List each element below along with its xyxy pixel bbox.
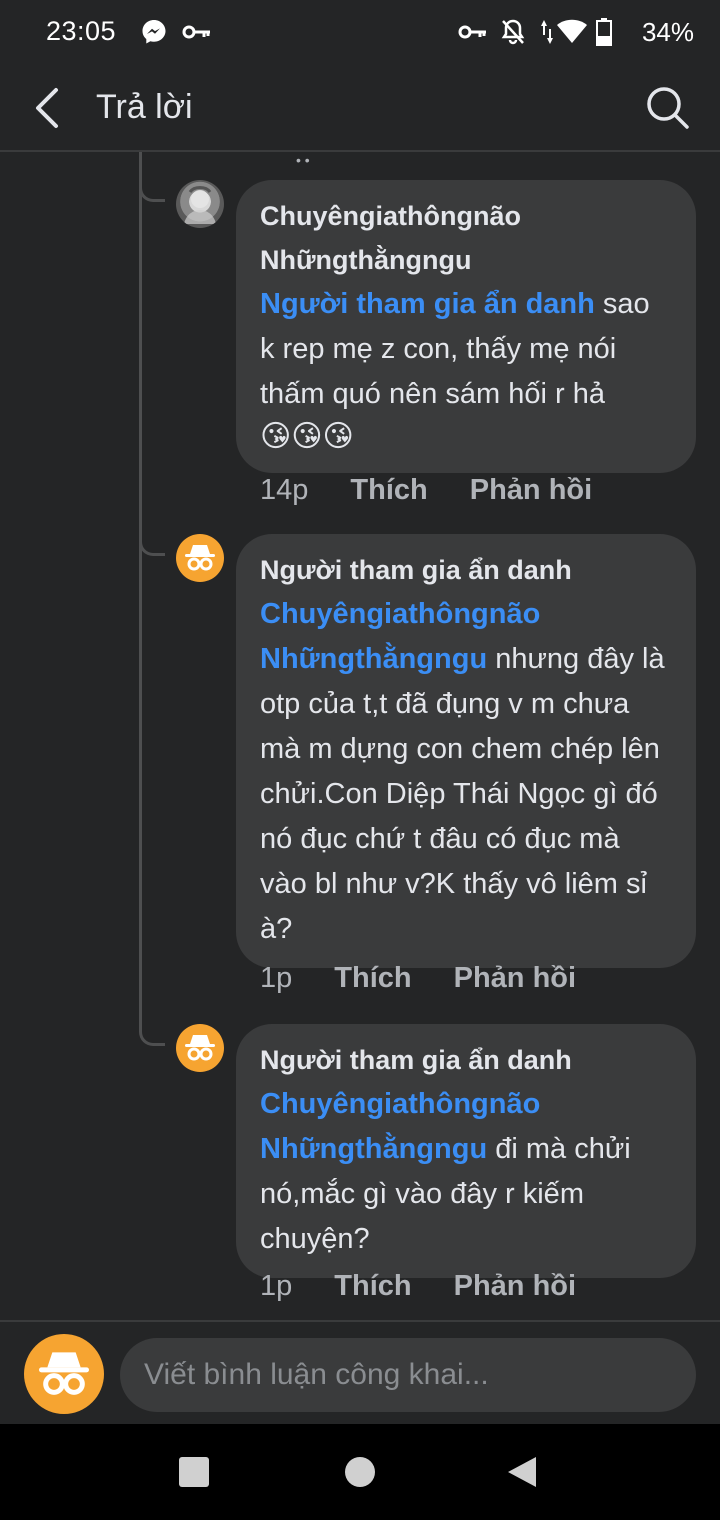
thread-connector [139,1022,165,1046]
notifications-off-icon [501,19,525,45]
comment-text: Người tham gia ẩn danh sao k rep mẹ z co… [260,282,672,417]
square-recents-icon[interactable] [178,1456,210,1488]
circle-home-icon[interactable] [344,1456,376,1488]
avatar[interactable] [176,180,224,228]
reply-button[interactable]: Phản hồi [454,962,576,995]
system-nav-bar [0,1424,720,1520]
previous-comment-stub: • • [296,152,310,168]
status-bar: 23:05 34% [0,0,720,66]
battery-percent: 34% [641,17,694,47]
comment-body: nhưng đây là otp của t,t đã đụng v m chư… [260,643,665,945]
thread-line [139,152,142,1032]
comment-author[interactable]: Người tham gia ẩn danh [260,1038,672,1082]
comment-actions: 14p Thích Phản hồi [260,474,592,507]
wifi-icon [557,19,587,43]
composer-avatar[interactable] [24,1334,104,1414]
triangle-back-icon[interactable] [506,1456,538,1488]
comment-actions: 1p Thích Phản hồi [260,1270,576,1303]
reply-button[interactable]: Phản hồi [454,1270,576,1303]
battery-icon [596,18,612,46]
messenger-icon [142,20,166,44]
like-button[interactable]: Thích [334,962,411,995]
reply-thread[interactable]: • • Chuyêngiathôngnão Nhữngthằngngu Ngườ… [0,152,720,1320]
status-time: 23:05 [46,16,117,46]
app-bar: Trả lời [0,66,720,152]
thread-connector [139,532,165,556]
comment-input[interactable] [120,1338,696,1412]
comment-author[interactable]: Người tham gia ẩn danh [260,548,672,592]
comment-composer [0,1320,720,1424]
avatar[interactable] [176,534,224,582]
comment-text: Chuyêngiathôngnão Nhữngthằngngu đi mà ch… [260,1082,672,1262]
comment-bubble[interactable]: Người tham gia ẩn danh Chuyêngiathôngnão… [236,534,696,968]
vpn-key-icon [458,25,486,39]
anonymous-icon [185,545,215,571]
user-photo-icon [184,186,216,224]
avatar[interactable] [176,1024,224,1072]
anonymous-icon [185,1035,215,1061]
data-arrows-icon [541,20,553,44]
chevron-left-icon[interactable] [26,84,70,132]
reply-button[interactable]: Phản hồi [470,474,592,507]
comment-bubble[interactable]: Chuyêngiathôngnão Nhữngthằngngu Người th… [236,180,696,473]
page-title: Trả lời [96,88,193,126]
search-icon[interactable] [644,84,690,130]
comment-bubble[interactable]: Người tham gia ẩn danh Chuyêngiathôngnão… [236,1024,696,1278]
comment-author[interactable]: Chuyêngiathôngnão Nhữngthằngngu [260,194,672,282]
thread-connector [139,178,165,202]
comment-text: Chuyêngiathôngnão Nhữngthằngngu nhưng đâ… [260,592,672,952]
comment-time: 14p [260,474,309,506]
comment-time: 1p [260,1270,293,1302]
comment-actions: 1p Thích Phản hồi [260,962,576,995]
comment-mention[interactable]: Người tham gia ẩn danh [260,288,595,320]
comment-emoji: 😘😘😘 [260,420,354,453]
like-button[interactable]: Thích [350,474,427,507]
key-icon [182,25,210,39]
anonymous-icon [39,1352,89,1395]
comment-time: 1p [260,962,293,994]
like-button[interactable]: Thích [334,1270,411,1303]
